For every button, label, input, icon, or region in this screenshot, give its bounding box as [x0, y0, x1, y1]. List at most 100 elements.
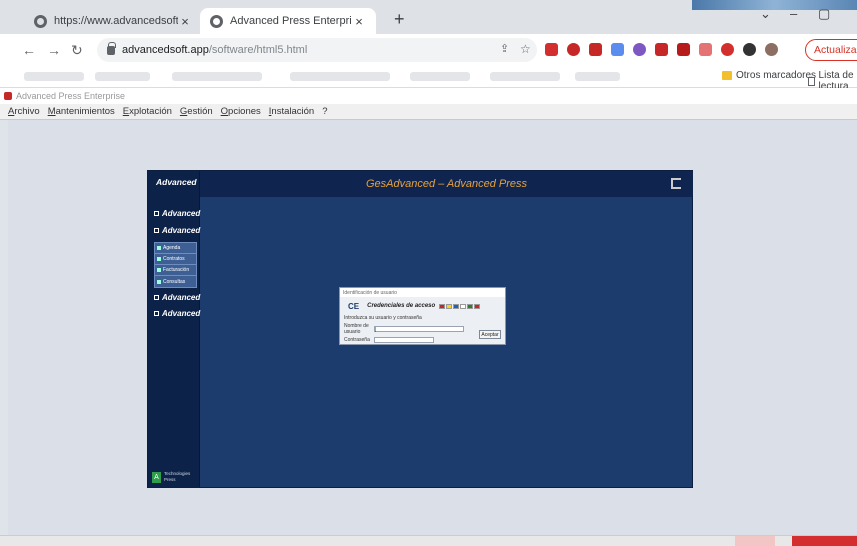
sidebar-module[interactable]: Advanced	[154, 293, 200, 302]
close-tab-icon[interactable]: ×	[352, 14, 366, 29]
app-sidebar: Advanced Advanced Advanced Agenda Contra…	[148, 171, 200, 487]
sidebar-module[interactable]: Advanced	[154, 226, 200, 235]
submenu-item[interactable]: Contratos	[155, 254, 196, 265]
user-label: Nombre de usuario	[344, 323, 369, 335]
dialog-header: CE Credenciales de acceso	[340, 297, 505, 315]
flag-icon[interactable]	[467, 303, 474, 309]
reload-icon[interactable]: ↻	[71, 42, 83, 59]
extension-icon[interactable]	[677, 43, 690, 56]
password-label: Contraseña	[344, 337, 370, 343]
item-icon	[157, 279, 161, 284]
bookmark-item[interactable]	[410, 72, 470, 81]
flag-icon[interactable]	[439, 303, 446, 309]
module-icon	[154, 211, 159, 216]
update-button[interactable]: Actualizar	[805, 39, 857, 61]
menu-instalacion[interactable]: Instalación	[269, 106, 314, 117]
submenu-item[interactable]: Agenda	[155, 243, 196, 254]
module-icon	[154, 228, 159, 233]
address-bar[interactable]: advancedsoft.app /software/html5.html	[97, 38, 537, 62]
maximize-icon[interactable]: ▢	[818, 6, 830, 22]
url-path: /software/html5.html	[208, 44, 308, 56]
new-tab-button[interactable]: +	[394, 9, 405, 30]
puzzle-icon[interactable]	[743, 43, 756, 56]
tab-title: https://www.advancedsoft.app/	[54, 15, 178, 27]
menu-gestion[interactable]: Gestión	[180, 106, 213, 117]
extension-icon[interactable]	[699, 43, 712, 56]
globe-icon	[34, 14, 47, 28]
bookmark-item[interactable]	[95, 72, 150, 81]
app-menubar: Archivo Mantenimientos Explotación Gesti…	[0, 104, 857, 120]
sidebar-module[interactable]: Advanced	[154, 309, 200, 318]
item-icon	[157, 268, 161, 272]
exit-icon[interactable]	[671, 178, 681, 189]
bookmark-item[interactable]	[290, 72, 390, 81]
extension-icon[interactable]	[721, 43, 734, 56]
app-titlebar: Advanced Press Enterprise	[0, 88, 857, 104]
password-input[interactable]	[374, 337, 434, 343]
bookmark-item[interactable]	[24, 72, 84, 81]
bookmarks-bar: Otros marcadores Lista de lectura	[0, 66, 857, 92]
bookmark-item[interactable]	[575, 72, 620, 81]
app-header: GesAdvanced – Advanced Press	[200, 171, 693, 197]
menu-mantenimientos[interactable]: Mantenimientos	[48, 106, 115, 117]
sidebar-footer: A Technologies Press	[152, 469, 196, 485]
flag-icon[interactable]	[460, 303, 467, 309]
other-bookmarks-label: Otros marcadores	[736, 70, 817, 81]
flag-icon[interactable]	[446, 303, 453, 309]
dialog-heading: Credenciales de acceso	[367, 303, 436, 309]
back-icon[interactable]: ←	[22, 42, 36, 58]
footer-text: Technologies Press	[164, 471, 191, 482]
status-bar	[0, 535, 857, 546]
avatar[interactable]	[765, 43, 778, 56]
bookmark-item[interactable]	[490, 72, 560, 81]
module-icon	[154, 311, 159, 316]
menu-opciones[interactable]: Opciones	[221, 106, 261, 117]
dialog-message: Introduzca su usuario y contraseña	[344, 315, 422, 321]
browser-tab-2[interactable]: Advanced Press Enterprise ×	[200, 8, 376, 34]
flag-icon[interactable]	[474, 303, 481, 309]
module-icon	[154, 295, 159, 300]
reading-list-icon	[808, 76, 815, 86]
menu-explotacion[interactable]: Explotación	[123, 106, 172, 117]
extension-icon[interactable]	[589, 43, 602, 56]
sidebar-module[interactable]: Advanced	[154, 209, 200, 218]
extension-icon[interactable]	[611, 43, 624, 56]
browser-toolbar: ← → ↻ advancedsoft.app /software/html5.h…	[0, 34, 857, 66]
flag-icon[interactable]	[453, 303, 460, 309]
extension-icon[interactable]	[545, 43, 558, 56]
star-icon[interactable]: ☆	[520, 42, 531, 56]
minimize-icon[interactable]: –	[790, 6, 797, 21]
dialog-title: Identificación de usuario	[340, 288, 505, 297]
desktop-wallpaper-thumbnail	[692, 0, 857, 10]
bookmark-item[interactable]	[172, 72, 262, 81]
username-input[interactable]: |	[374, 326, 464, 333]
app-window-title: Advanced Press Enterprise	[16, 91, 126, 101]
menu-archivo[interactable]: Archivo	[8, 106, 40, 117]
sidebar-submenu: Agenda Contratos Facturación Consultas	[154, 242, 197, 288]
browser-tabstrip: https://www.advancedsoft.app/ × Advanced…	[0, 0, 857, 34]
other-bookmarks-folder[interactable]: Otros marcadores	[722, 70, 816, 81]
taskbar-item[interactable]	[735, 536, 775, 546]
globe-icon	[210, 14, 223, 28]
app-logo: Advanced	[156, 177, 197, 187]
browser-tab-1[interactable]: https://www.advancedsoft.app/ ×	[24, 8, 202, 34]
tab-search-icon[interactable]: ⌄	[760, 6, 771, 22]
menu-help[interactable]: ?	[322, 106, 327, 117]
url-host: advancedsoft.app	[122, 44, 209, 56]
app-icon	[4, 92, 12, 100]
extension-icon[interactable]	[567, 43, 580, 56]
submenu-item[interactable]: Facturación	[155, 265, 196, 276]
extension-icon[interactable]	[633, 43, 646, 56]
extension-icon[interactable]	[655, 43, 668, 56]
brand-icon: A	[152, 471, 162, 483]
accept-button[interactable]: Aceptar	[479, 330, 501, 339]
login-dialog: Identificación de usuario CE Credenciale…	[339, 287, 506, 345]
app-header-title: GesAdvanced – Advanced Press	[365, 178, 528, 190]
close-tab-icon[interactable]: ×	[178, 14, 192, 29]
share-icon[interactable]: ⇪	[500, 42, 509, 55]
submenu-item[interactable]: Consultas	[155, 276, 196, 287]
taskbar-item[interactable]	[792, 536, 857, 546]
folder-icon	[722, 71, 732, 80]
lock-icon	[107, 41, 116, 55]
forward-icon[interactable]: →	[47, 42, 61, 58]
